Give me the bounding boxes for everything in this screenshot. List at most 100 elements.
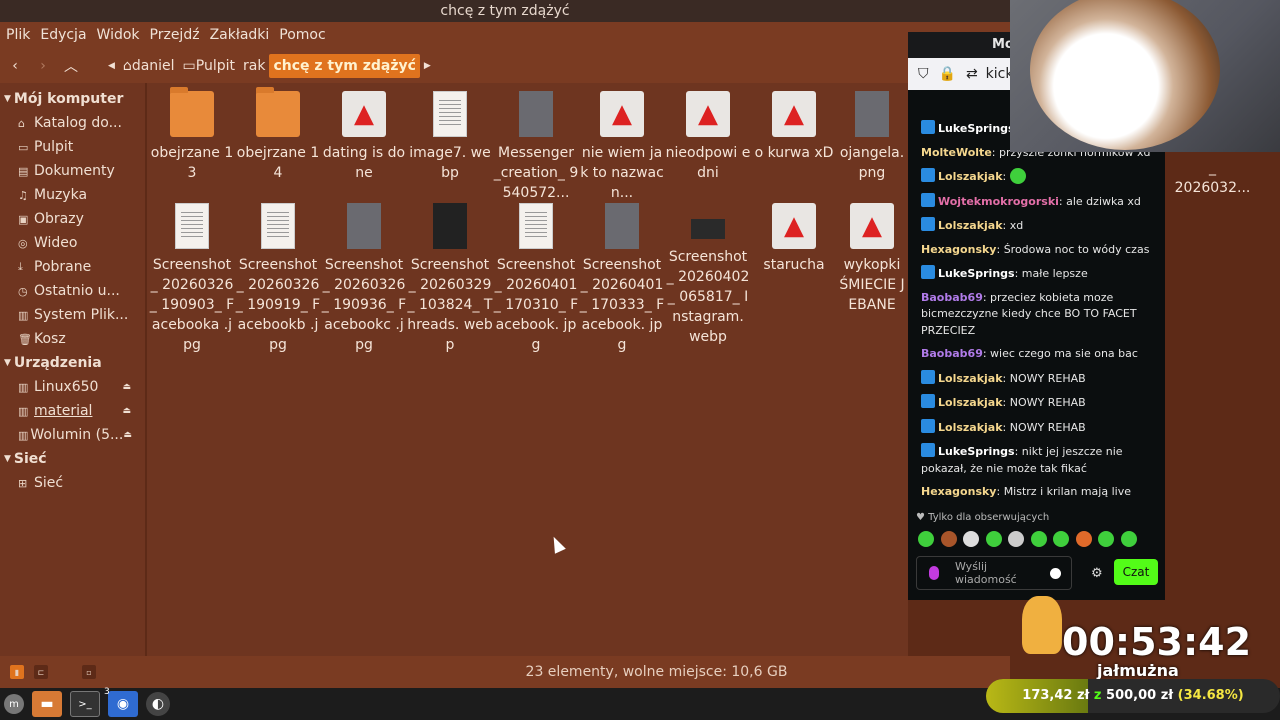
emote-icon[interactable]: [918, 531, 934, 547]
emote-icon[interactable]: [985, 531, 1002, 547]
eject-icon[interactable]: ⏏: [122, 382, 131, 392]
subscriber-badge-icon: [921, 418, 935, 433]
sidebar-section-computer[interactable]: ▼ Mój komputer: [0, 87, 145, 111]
emote-icon[interactable]: [1098, 531, 1114, 547]
emote-icon[interactable]: [1030, 531, 1047, 547]
sidebar-item-pictures[interactable]: ▣ Obrazy: [0, 207, 145, 231]
emote-icon[interactable]: [1008, 531, 1024, 547]
file-item[interactable]: obejrzane 13: [149, 83, 235, 183]
image-thumbnail-icon: [519, 91, 553, 137]
subscriber-badge-icon: [921, 192, 935, 207]
sidebar-item-recent[interactable]: ◷ Ostatnio u...: [0, 279, 145, 303]
triangle-down-icon: ▼: [4, 94, 11, 104]
breadcrumb-desktop[interactable]: ▭Pulpit: [179, 54, 239, 78]
eject-icon[interactable]: ⏏: [122, 406, 131, 416]
emoji-icon[interactable]: [1050, 568, 1061, 579]
microphone-icon[interactable]: [929, 566, 939, 580]
send-chat-button[interactable]: Czat: [1114, 559, 1158, 585]
subscriber-badge-icon: [921, 369, 935, 384]
breadcrumb-rak[interactable]: rak: [239, 54, 269, 78]
sidebar-item-filesystem[interactable]: ▥ System Plik...: [0, 303, 145, 327]
sidebar-section-devices[interactable]: ▼ Urządzenia: [0, 351, 145, 375]
file-item[interactable]: Screenshot _ 20260326_ 190936_ Facebookc…: [321, 195, 407, 355]
menu-go[interactable]: Przejdź: [150, 27, 200, 43]
back-button[interactable]: ‹: [2, 53, 28, 79]
menu-bookmarks[interactable]: Zakładki: [210, 27, 270, 43]
mascot-image: [1022, 596, 1062, 654]
folder-icon: [170, 87, 214, 137]
home-icon: ⌂: [122, 57, 132, 74]
sidebar-item-documents[interactable]: ▤ Dokumenty: [0, 159, 145, 183]
heart-icon: ♥: [916, 512, 929, 523]
sidebar-section-network[interactable]: ▼ Sieć: [0, 447, 145, 471]
permissions-icon: ⇄: [965, 66, 978, 82]
sidebar-item-network[interactable]: ⊞ Sieć: [0, 471, 145, 495]
terminal-launcher[interactable]: >_: [70, 691, 100, 717]
file-item[interactable]: ▲ wykopki ŚMIECIE JEBANE: [837, 195, 907, 315]
document-thumbnail-icon: [175, 203, 209, 249]
file-item[interactable]: Messenger _creation_ 9540572...: [493, 83, 579, 203]
breadcrumb-home[interactable]: ⌂daniel: [119, 54, 179, 78]
file-item[interactable]: Screenshot _ 20260326_ 190919_ Facebookb…: [235, 195, 321, 355]
sidebar-item-home[interactable]: ⌂ Katalog do...: [0, 111, 145, 135]
sidebar-item-music[interactable]: ♫ Muzyka: [0, 183, 145, 207]
breadcrumb-right-arrow[interactable]: ▶: [420, 54, 435, 78]
menu-button[interactable]: m: [4, 694, 24, 714]
file-item[interactable]: Screenshot _ 20260329_ 103824_ Threads. …: [407, 195, 493, 355]
file-item[interactable]: ▲ nie wiem jak to nazwac n...: [579, 83, 665, 203]
files-launcher[interactable]: ▬: [32, 691, 62, 717]
file-item[interactable]: ▲ o kurwa xD: [751, 83, 837, 163]
rocket-icon: ▲: [686, 91, 730, 137]
file-item[interactable]: image7. webp: [407, 83, 493, 183]
eject-icon[interactable]: ⏏: [123, 430, 132, 440]
folder-icon: ▬: [40, 696, 54, 712]
chat-message: Lolszakjak: xd: [921, 217, 1157, 235]
chevron-right-icon: ›: [40, 57, 46, 74]
obs-icon: ◐: [151, 696, 165, 712]
emote-icon[interactable]: [1053, 531, 1069, 547]
sidebar-item-device-volume[interactable]: ▥ Wolumin (5... ⏏: [0, 423, 145, 447]
chat-input[interactable]: Wyślij wiadomość: [916, 556, 1072, 590]
firefox-icon: ◉: [116, 696, 130, 712]
menu-edit[interactable]: Edycja: [40, 27, 86, 43]
chat-message: Lolszakjak: NOWY REHAB: [921, 394, 1157, 412]
sidebar-item-downloads[interactable]: ⤓ Pobrane: [0, 255, 145, 279]
file-item[interactable]: Screenshot _ 20260401_ 170310_ Facebook.…: [493, 195, 579, 355]
gear-icon[interactable]: ⚙: [1091, 566, 1103, 581]
file-item[interactable]: ▲ dating is done: [321, 83, 407, 183]
status-bar: ▮ ⊏ ▫ 23 elementy, wolne miejsce: 10,6 G…: [0, 656, 1010, 688]
file-item[interactable]: ▲ starucha: [751, 195, 837, 275]
image-thumbnail-icon: [433, 203, 467, 249]
image-thumbnail-icon: [691, 219, 725, 239]
forward-button[interactable]: ›: [30, 53, 56, 79]
sidebar-item-trash[interactable]: 🗑 Kosz: [0, 327, 145, 351]
file-item[interactable]: Screenshot _ 20260326_ 190903_ Facebooka…: [149, 195, 235, 355]
file-item[interactable]: Screenshot _ 20260401_ 170333_ Facebook.…: [579, 195, 665, 355]
file-item[interactable]: ▲ nieodpowi edni: [665, 83, 751, 183]
menu-view[interactable]: Widok: [97, 27, 140, 43]
obs-launcher[interactable]: ◐: [146, 692, 170, 716]
breadcrumb-current[interactable]: chcę z tym zdążyć: [269, 53, 420, 78]
breadcrumb-left-arrow[interactable]: ◀: [104, 54, 119, 78]
menu-file[interactable]: Plik: [6, 27, 30, 43]
chevron-up-icon: ︿: [64, 58, 78, 75]
emote-icon[interactable]: [1120, 531, 1137, 547]
emote-icon[interactable]: [940, 531, 957, 547]
folder-icon: ▭: [182, 57, 196, 74]
emote-icon[interactable]: [963, 531, 979, 547]
subscriber-badge-icon: [921, 443, 935, 457]
file-item[interactable]: obejrzane 14: [235, 83, 321, 183]
emote-icon[interactable]: [1075, 531, 1092, 547]
firefox-launcher[interactable]: ◉ 3: [104, 687, 138, 717]
sidebar-item-device-material[interactable]: ▥ material ⏏: [0, 399, 145, 423]
subscriber-badge-icon: [921, 217, 935, 231]
menu-help[interactable]: Pomoc: [279, 27, 325, 43]
file-item[interactable]: Screenshot _ 20260402_ 065817_ Instagram…: [665, 195, 751, 347]
clock-icon: ◷: [18, 284, 28, 298]
up-button[interactable]: ︿: [58, 53, 84, 79]
chat-message: Baobab69: przeciez kobieta moze bicmezcz…: [921, 290, 1137, 337]
sidebar-item-video[interactable]: ◎ Wideo: [0, 231, 145, 255]
sidebar-item-device-linux650[interactable]: ▥ Linux650 ⏏: [0, 375, 145, 399]
sidebar-item-desktop[interactable]: ▭ Pulpit: [0, 135, 145, 159]
file-item[interactable]: ojangela. png: [837, 83, 907, 183]
